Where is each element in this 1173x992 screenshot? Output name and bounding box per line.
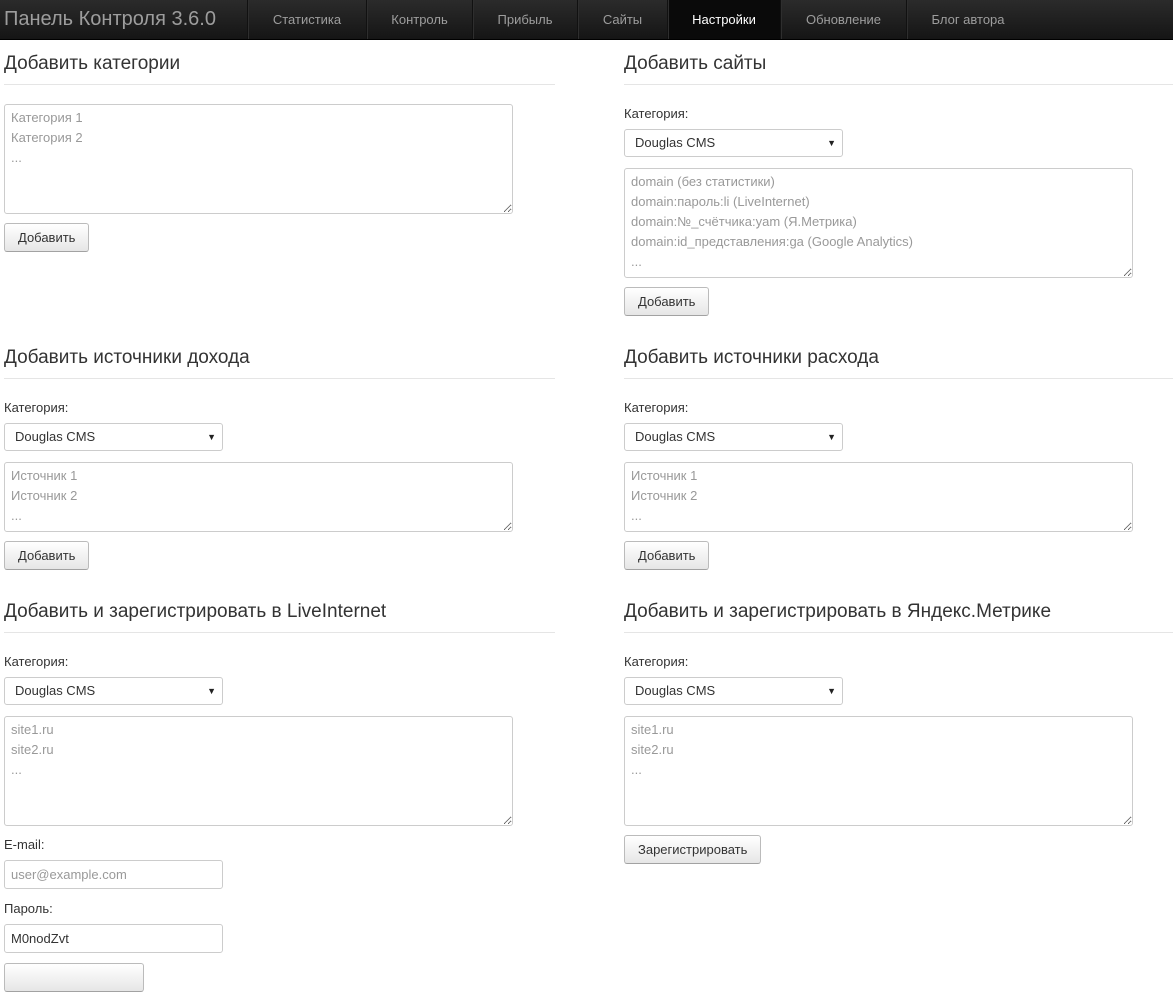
income-sources-textarea[interactable] — [4, 462, 513, 532]
sites-category-value: Douglas CMS — [635, 135, 716, 150]
liveinternet-category-select[interactable]: Douglas CMS ▼ — [4, 677, 223, 705]
income-category-label: Категория: — [4, 400, 69, 415]
section-divider — [4, 84, 555, 85]
top-navbar: Панель Контроля 3.6.0 Статистика Контрол… — [0, 0, 1173, 40]
nav-item-statistics[interactable]: Статистика — [247, 0, 366, 39]
password-field[interactable] — [4, 924, 223, 953]
section-divider — [624, 84, 1173, 85]
yandex-metrika-title: Добавить и зарегистрировать в Яндекс.Мет… — [624, 601, 1052, 622]
expense-category-value: Douglas CMS — [635, 429, 716, 444]
income-category-value: Douglas CMS — [15, 429, 96, 444]
metrika-category-value: Douglas CMS — [635, 683, 716, 698]
expense-sources-textarea[interactable] — [624, 462, 1133, 532]
add-categories-title: Добавить категории — [4, 53, 181, 74]
yandex-metrika-section: Добавить и зарегистрировать в Яндекс.Мет… — [624, 600, 1173, 633]
chevron-down-icon: ▼ — [827, 432, 836, 442]
metrika-category-select[interactable]: Douglas CMS ▼ — [624, 677, 843, 705]
income-category-select[interactable]: Douglas CMS ▼ — [4, 423, 223, 451]
expense-sources-section: Добавить источники расхода — [624, 346, 1173, 379]
income-sources-section: Добавить источники дохода — [4, 346, 555, 379]
nav-item-sites[interactable]: Сайты — [577, 0, 667, 39]
liveinternet-category-label: Категория: — [4, 654, 69, 669]
nav-item-profit[interactable]: Прибыль — [472, 0, 577, 39]
add-sites-title: Добавить сайты — [624, 53, 767, 74]
chevron-down-icon: ▼ — [827, 138, 836, 148]
expense-category-label: Категория: — [624, 400, 689, 415]
nav-item-control[interactable]: Контроль — [366, 0, 472, 39]
metrika-sites-textarea[interactable] — [624, 716, 1133, 826]
liveinternet-category-value: Douglas CMS — [15, 683, 96, 698]
nav-item-update[interactable]: Обновление — [780, 0, 906, 39]
expense-sources-title: Добавить источники расхода — [624, 347, 879, 368]
section-divider — [4, 632, 555, 633]
brand-title[interactable]: Панель Контроля 3.6.0 — [4, 7, 216, 31]
nav-item-author-blog[interactable]: Блог автора — [906, 0, 1029, 39]
section-divider — [624, 632, 1173, 633]
nav-item-settings[interactable]: Настройки — [667, 0, 780, 39]
add-categories-section: Добавить категории — [4, 52, 555, 85]
add-expense-sources-button[interactable]: Добавить — [624, 541, 710, 570]
add-sites-section: Добавить сайты — [624, 52, 1173, 85]
chevron-down-icon: ▼ — [827, 686, 836, 696]
add-income-sources-button[interactable]: Добавить — [4, 541, 90, 570]
sites-category-select[interactable]: Douglas CMS ▼ — [624, 129, 843, 157]
email-field[interactable] — [4, 860, 223, 889]
email-label: E-mail: — [4, 837, 45, 852]
liveinternet-title: Добавить и зарегистрировать в LiveIntern… — [4, 601, 387, 622]
sites-category-label: Категория: — [624, 106, 689, 121]
liveinternet-sites-textarea[interactable] — [4, 716, 513, 826]
section-divider — [4, 378, 555, 379]
chevron-down-icon: ▼ — [207, 432, 216, 442]
income-sources-title: Добавить источники дохода — [4, 347, 250, 368]
add-sites-button[interactable]: Добавить — [624, 287, 710, 316]
section-divider — [624, 378, 1173, 379]
chevron-down-icon: ▼ — [207, 686, 216, 696]
categories-textarea[interactable] — [4, 104, 513, 214]
add-categories-button[interactable]: Добавить — [4, 223, 90, 252]
liveinternet-section: Добавить и зарегистрировать в LiveIntern… — [4, 600, 555, 633]
metrika-category-label: Категория: — [624, 654, 689, 669]
password-label: Пароль: — [4, 901, 53, 916]
expense-category-select[interactable]: Douglas CMS ▼ — [624, 423, 843, 451]
liveinternet-register-button[interactable] — [4, 963, 144, 992]
sites-textarea[interactable] — [624, 168, 1133, 278]
metrika-register-button[interactable]: Зарегистрировать — [624, 835, 762, 864]
